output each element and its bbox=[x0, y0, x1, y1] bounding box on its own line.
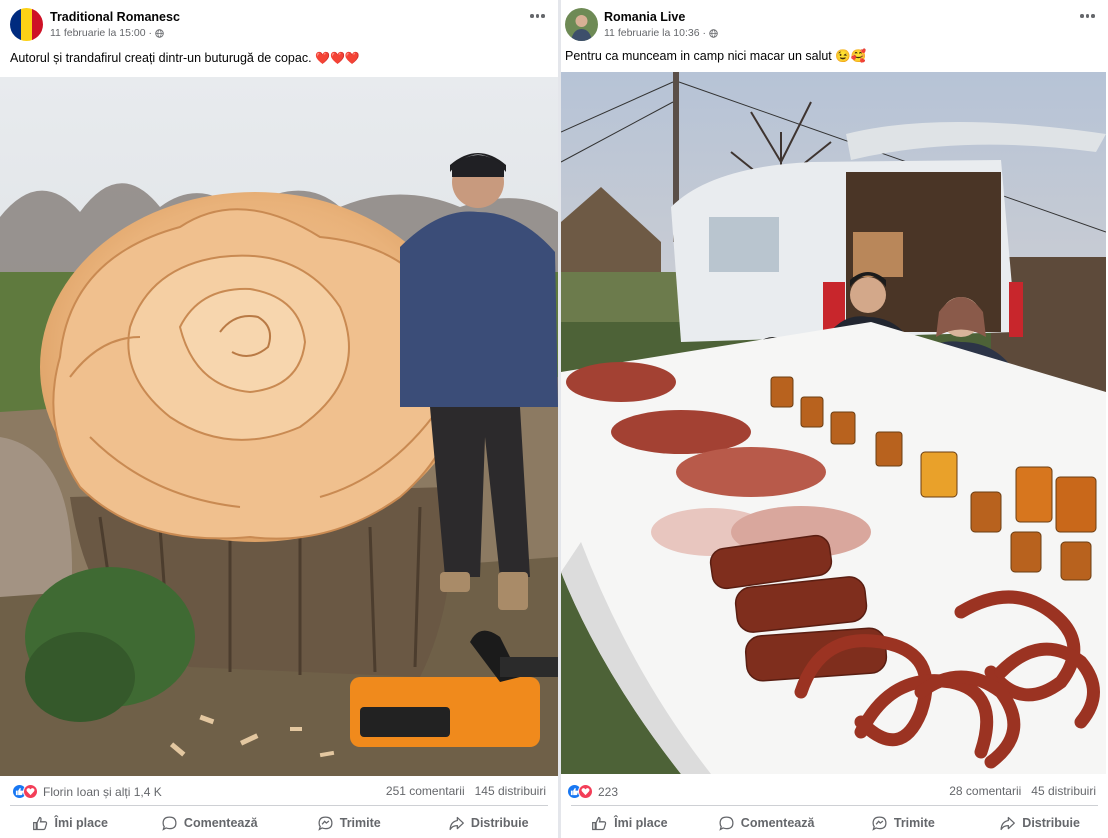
avatar[interactable] bbox=[565, 8, 598, 41]
send-button[interactable]: Trimite bbox=[279, 808, 419, 838]
comment-label: Comentează bbox=[183, 816, 258, 830]
post-time[interactable]: 11 februarie la 15:00 bbox=[50, 27, 146, 39]
caption-hearts: ❤️❤️❤️ bbox=[315, 51, 360, 65]
globe-icon bbox=[155, 28, 164, 38]
share-icon bbox=[449, 816, 464, 830]
comment-icon bbox=[162, 815, 177, 831]
post-meta: 11 februarie la 10:36 · bbox=[604, 27, 718, 39]
post-header: Traditional Romanesc 11 februarie la 15:… bbox=[0, 0, 558, 44]
reactions-count: 223 bbox=[598, 784, 619, 799]
post-actions: Îmi place Comentează Trimite Distribuie bbox=[561, 808, 1108, 838]
engagement-counts: 28 comentarii 45 distribuiri bbox=[949, 784, 1096, 798]
post-stats: Florin Ioan și alți 1,4 K 251 comentarii… bbox=[0, 776, 558, 806]
comment-label: Comentează bbox=[740, 816, 815, 830]
like-label: Îmi place bbox=[54, 816, 109, 830]
post-caption: Autorul și trandafirul creați dintr-un b… bbox=[10, 51, 360, 65]
actions-divider bbox=[571, 805, 1098, 806]
send-label: Trimite bbox=[893, 816, 935, 830]
post-photo-rose-carving[interactable] bbox=[0, 77, 558, 776]
reactions-summary[interactable]: Florin Ioan și alți 1,4 K bbox=[12, 784, 162, 799]
more-options-icon[interactable] bbox=[530, 14, 546, 20]
share-button[interactable]: Distribuie bbox=[971, 808, 1108, 838]
like-icon bbox=[32, 816, 47, 830]
share-button[interactable]: Distribuie bbox=[419, 808, 559, 838]
post-time[interactable]: 11 februarie la 10:36 bbox=[604, 27, 700, 39]
romania-flag-avatar bbox=[10, 8, 43, 41]
author-name[interactable]: Traditional Romanesc bbox=[50, 10, 180, 24]
shares-count[interactable]: 45 distribuiri bbox=[1031, 784, 1096, 798]
globe-icon bbox=[709, 28, 718, 38]
engagement-counts: 251 comentarii 145 distribuiri bbox=[386, 784, 546, 798]
share-label: Distribuie bbox=[1022, 816, 1080, 830]
post-actions: Îmi place Comentează Trimite Distribuie bbox=[0, 808, 558, 838]
comment-button[interactable]: Comentează bbox=[140, 808, 280, 838]
comment-icon bbox=[719, 815, 734, 831]
like-button[interactable]: Îmi place bbox=[561, 808, 698, 838]
shares-count[interactable]: 145 distribuiri bbox=[475, 784, 546, 798]
like-button[interactable]: Îmi place bbox=[0, 808, 140, 838]
more-options-icon[interactable] bbox=[1080, 14, 1096, 20]
post-romania-live: Romania Live 11 februarie la 10:36 · Pen… bbox=[561, 0, 1108, 838]
comment-button[interactable]: Comentează bbox=[698, 808, 835, 838]
send-icon bbox=[318, 815, 333, 831]
send-button[interactable]: Trimite bbox=[835, 808, 972, 838]
caption-text: Autorul și trandafirul creați dintr-un b… bbox=[10, 51, 312, 65]
post-header: Romania Live 11 februarie la 10:36 · bbox=[561, 0, 1108, 44]
author-name[interactable]: Romania Live bbox=[604, 10, 685, 24]
share-icon bbox=[1000, 816, 1016, 830]
like-label: Îmi place bbox=[614, 816, 668, 830]
profile-photo-avatar bbox=[565, 8, 598, 41]
post-photo-market-stand[interactable] bbox=[561, 72, 1106, 774]
caption-text: Pentru ca munceam in camp nici macar un … bbox=[565, 49, 867, 63]
share-label: Distribuie bbox=[470, 816, 529, 830]
send-label: Trimite bbox=[339, 816, 381, 830]
post-meta: 11 februarie la 15:00 · bbox=[50, 27, 164, 39]
comments-count[interactable]: 28 comentarii bbox=[949, 784, 1021, 798]
comments-count[interactable]: 251 comentarii bbox=[386, 784, 465, 798]
love-reaction-icon bbox=[23, 784, 38, 799]
post-caption: Pentru ca munceam in camp nici macar un … bbox=[565, 49, 866, 64]
reactions-count: Florin Ioan și alți 1,4 K bbox=[43, 784, 162, 799]
actions-divider bbox=[10, 805, 548, 806]
post-traditional-romanesc: Traditional Romanesc 11 februarie la 15:… bbox=[0, 0, 558, 838]
reactions-summary[interactable]: 223 bbox=[567, 784, 618, 799]
send-icon bbox=[872, 815, 887, 831]
avatar[interactable] bbox=[10, 8, 43, 41]
post-stats: 223 28 comentarii 45 distribuiri bbox=[561, 776, 1108, 806]
love-reaction-icon bbox=[578, 784, 593, 799]
like-icon bbox=[592, 816, 607, 830]
